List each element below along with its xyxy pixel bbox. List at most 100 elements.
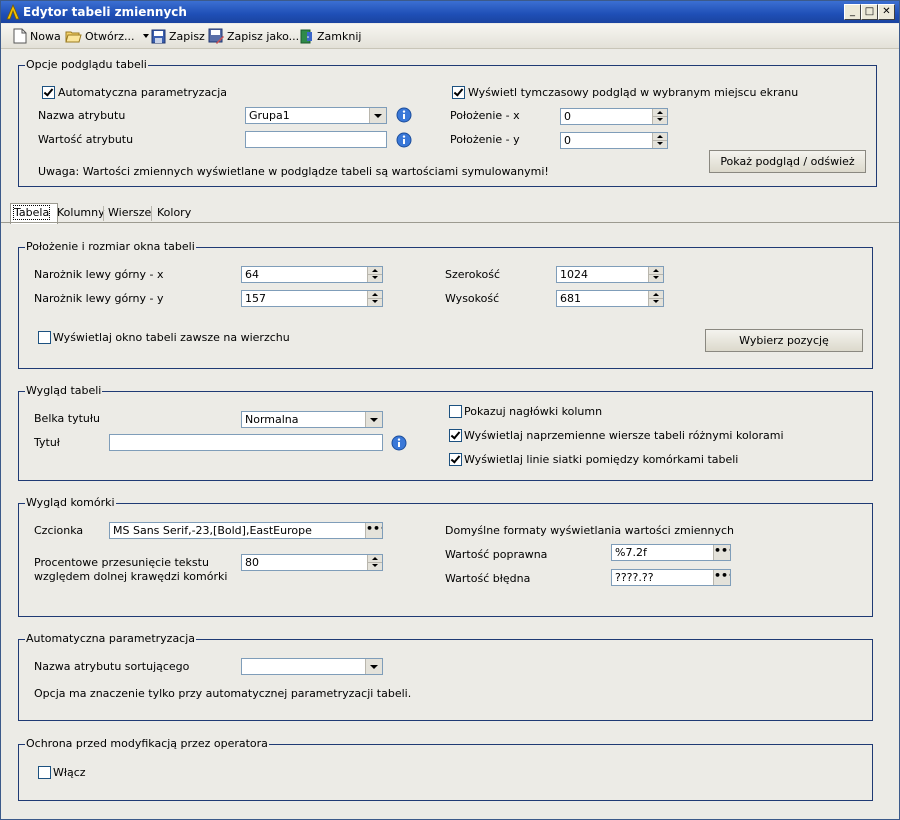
temp-preview-checkbox[interactable] (452, 86, 465, 99)
font-field[interactable]: MS Sans Serif,-23,[Bold],EastEurope••• (109, 522, 383, 539)
position-legend: Położenie i rozmiar okna tabeli (25, 240, 196, 253)
tab-kolumny[interactable]: Kolumny (54, 204, 108, 222)
spin-down-icon[interactable] (649, 299, 663, 306)
protection-group: Ochrona przed modyfikacją przez operator… (18, 737, 873, 801)
auto-param-checkbox[interactable] (42, 86, 55, 99)
tab-strip-line (1, 222, 899, 223)
top-left-x-label: Narożnik lewy górny - x (34, 268, 164, 281)
chevron-down-icon[interactable] (369, 108, 386, 123)
more-icon[interactable]: ••• (365, 523, 382, 538)
spin-up-icon[interactable] (653, 109, 667, 117)
pos-x-label: Położenie - x (450, 109, 520, 122)
preview-note: Uwaga: Wartości zmiennych wyświetlane w … (38, 165, 549, 178)
attr-name-combo[interactable]: Grupa1 (245, 107, 387, 124)
show-headers-label: Pokazuj nagłówki kolumn (464, 405, 603, 418)
more-icon[interactable]: ••• (713, 570, 730, 585)
save-label: Zapisz (169, 29, 205, 43)
app-icon (6, 4, 20, 20)
font-label: Czcionka (34, 524, 84, 537)
top-left-y-label: Narożnik lewy górny - y (34, 292, 164, 305)
table-title-label: Tytuł (34, 436, 60, 449)
titlebar-style-combo[interactable]: Normalna (241, 411, 383, 428)
close-editor-button[interactable]: Zamknij (299, 27, 361, 45)
window-title: Edytor tabeli zmiennych (23, 5, 187, 19)
pos-y-label: Położenie - y (450, 133, 520, 146)
info-icon[interactable] (396, 132, 412, 148)
pos-x-spinner[interactable]: 0 (560, 108, 668, 125)
tab-wiersze[interactable]: Wiersze (105, 204, 154, 222)
info-icon[interactable] (391, 435, 407, 451)
top-left-x-spinner[interactable]: 64 (241, 266, 383, 283)
invalid-value-label: Wartość błędna (445, 572, 531, 585)
default-formats-title: Domyślne formaty wyświetlania wartości z… (445, 524, 735, 537)
enable-protection-label: Włącz (53, 766, 86, 779)
save-button[interactable]: Zapisz (151, 27, 205, 45)
grid-lines-checkbox[interactable] (449, 453, 462, 466)
open-button[interactable]: Otwórz... (65, 27, 150, 45)
width-spinner[interactable]: 1024 (556, 266, 664, 283)
spin-down-icon[interactable] (653, 141, 667, 148)
maximize-button[interactable]: □ (861, 4, 878, 20)
table-title-input[interactable] (109, 434, 383, 451)
valid-format-field[interactable]: %7.2f••• (611, 544, 731, 561)
spin-down-icon[interactable] (368, 275, 382, 282)
exit-door-icon (300, 29, 312, 43)
toolbar: Nowa Otwórz... Zapisz Zapisz jako... Zam… (1, 24, 899, 49)
alt-rows-checkbox[interactable] (449, 429, 462, 442)
chevron-down-icon[interactable] (143, 34, 150, 38)
attr-name-label: Nazwa atrybutu (38, 109, 126, 122)
spin-down-icon[interactable] (653, 117, 667, 124)
always-on-top-checkbox[interactable] (38, 331, 51, 344)
more-icon[interactable]: ••• (713, 545, 730, 560)
spin-up-icon[interactable] (649, 291, 663, 299)
tab-tabela[interactable]: Tabela (10, 203, 58, 224)
save-disk-icon (151, 29, 166, 43)
height-spinner[interactable]: 681 (556, 290, 664, 307)
save-as-icon (208, 28, 224, 44)
invalid-format-field[interactable]: ????.??••• (611, 569, 731, 586)
show-preview-button[interactable]: Pokaż podgląd / odśwież (709, 150, 866, 173)
preview-options-legend: Opcje podglądu tabeli (25, 58, 148, 71)
spin-down-icon[interactable] (649, 275, 663, 282)
minimize-button[interactable]: _ (844, 4, 861, 20)
height-label: Wysokość (445, 292, 500, 305)
auto-param-note: Opcja ma znaczenie tylko przy automatycz… (34, 687, 412, 700)
spin-up-icon[interactable] (368, 267, 382, 275)
spin-up-icon[interactable] (653, 133, 667, 141)
new-file-icon (13, 28, 27, 44)
spin-down-icon[interactable] (368, 299, 382, 306)
tab-separator (151, 206, 152, 221)
text-offset-spinner[interactable]: 80 (241, 554, 383, 571)
attr-value-label: Wartość atrybutu (38, 133, 134, 146)
spin-up-icon[interactable] (649, 267, 663, 275)
top-left-y-spinner[interactable]: 157 (241, 290, 383, 307)
cell-look-legend: Wygląd komórki (25, 496, 116, 509)
close-editor-label: Zamknij (317, 29, 362, 43)
tab-kolory[interactable]: Kolory (154, 204, 194, 222)
save-as-button[interactable]: Zapisz jako... (208, 27, 299, 45)
new-label: Nowa (30, 29, 61, 43)
info-icon[interactable] (396, 107, 412, 123)
valid-value-label: Wartość poprawna (445, 548, 548, 561)
choose-position-button[interactable]: Wybierz pozycję (705, 329, 863, 352)
always-on-top-label: Wyświetlaj okno tabeli zawsze na wierzch… (53, 331, 290, 344)
sort-attr-combo[interactable] (241, 658, 383, 675)
titlebar-style-label: Belka tytułu (34, 412, 100, 425)
spin-up-icon[interactable] (368, 291, 382, 299)
tab-separator (103, 206, 104, 221)
spin-down-icon[interactable] (368, 563, 382, 570)
auto-param-legend: Automatyczna parametryzacja (25, 632, 197, 645)
save-as-label: Zapisz jako... (227, 29, 300, 43)
spin-up-icon[interactable] (368, 555, 382, 563)
temp-preview-label: Wyświetl tymczasowy podgląd w wybranym m… (468, 86, 799, 99)
attr-value-input[interactable] (245, 131, 387, 148)
close-button[interactable]: ✕ (878, 4, 895, 20)
protection-legend: Ochrona przed modyfikacją przez operator… (25, 737, 269, 750)
enable-protection-checkbox[interactable] (38, 766, 51, 779)
chevron-down-icon[interactable] (365, 412, 382, 427)
chevron-down-icon[interactable] (365, 659, 382, 674)
show-headers-checkbox[interactable] (449, 405, 462, 418)
width-label: Szerokość (445, 268, 501, 281)
pos-y-spinner[interactable]: 0 (560, 132, 668, 149)
new-button[interactable]: Nowa (13, 27, 61, 45)
